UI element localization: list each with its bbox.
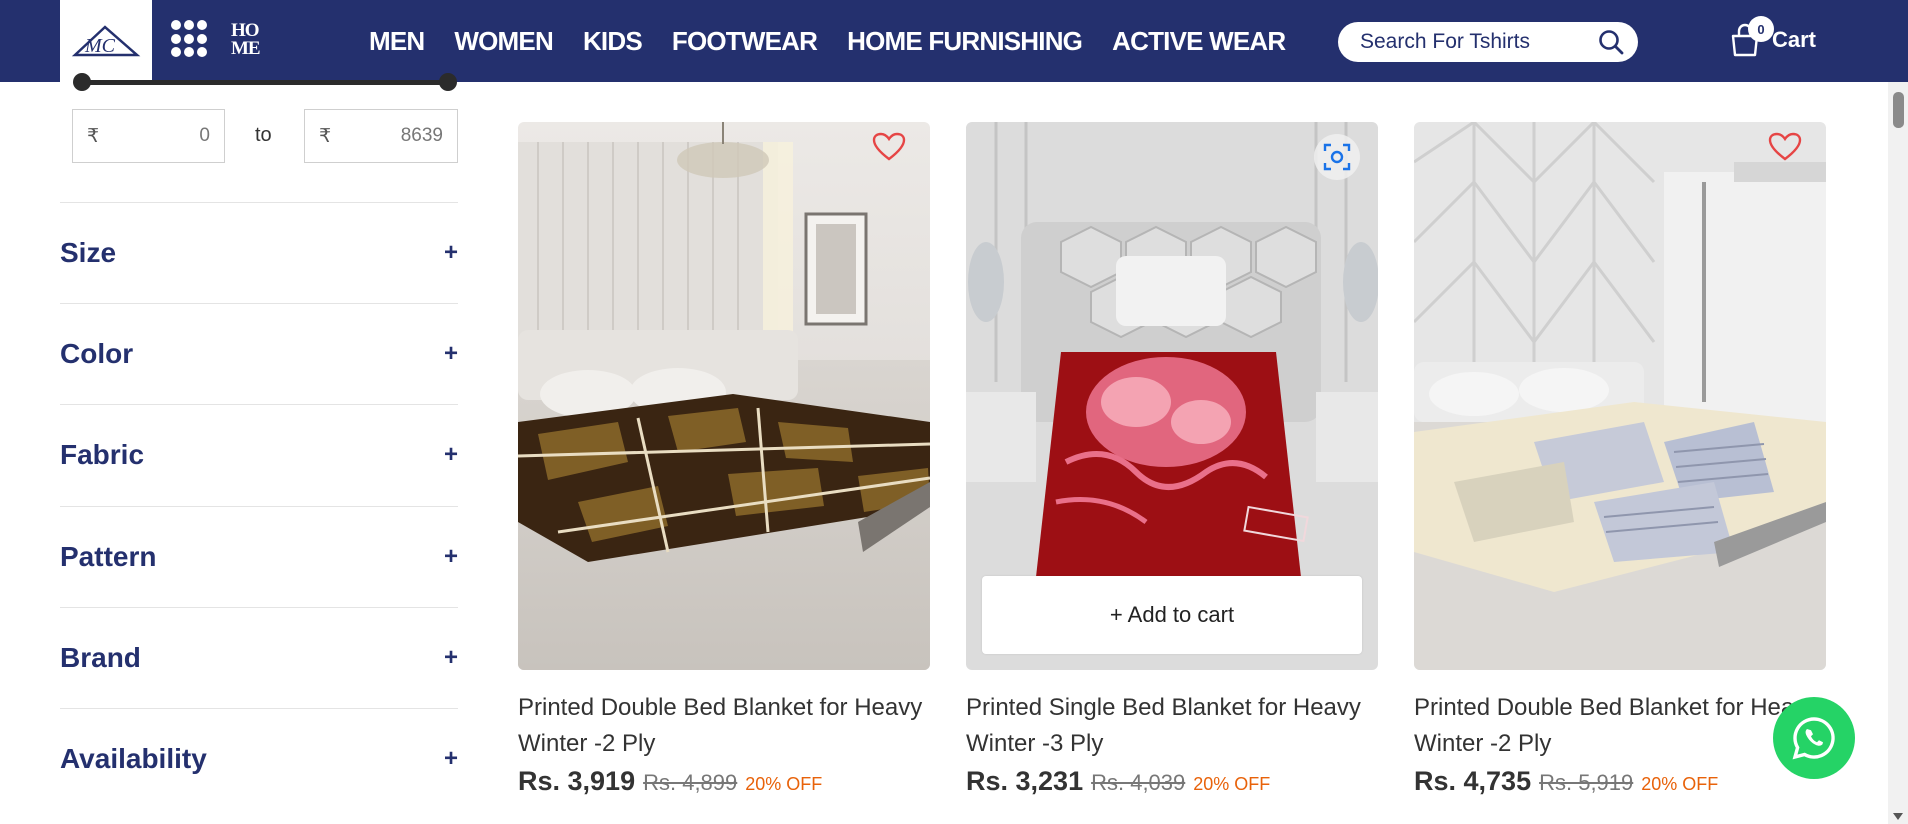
facet-brand[interactable]: Brand + <box>60 607 458 708</box>
price-range-track[interactable] <box>80 80 448 85</box>
discount-badge: 20% OFF <box>1193 774 1271 794</box>
facet-label: Brand <box>60 642 141 673</box>
facet-label: Availability <box>60 743 207 774</box>
cart-label: Cart <box>1772 27 1817 52</box>
currency-symbol: ₹ <box>319 125 332 147</box>
price-row: Rs. 3,919 Rs. 4,899 20% OFF <box>518 766 930 797</box>
expand-plus-icon[interactable]: + <box>444 745 458 773</box>
discount-badge: 20% OFF <box>1641 774 1719 794</box>
bedroom-photo <box>1414 122 1826 670</box>
price-range-min-handle[interactable] <box>73 73 91 91</box>
sale-price: Rs. 4,735 <box>1414 766 1532 796</box>
price-min-field[interactable]: ₹ 0 <box>72 109 225 163</box>
search-bar <box>1338 22 1638 62</box>
nav-footwear[interactable]: FOOTWEAR <box>672 26 818 57</box>
cart-button[interactable]: 0 Cart <box>1728 14 1816 66</box>
nav-men[interactable]: MEN <box>369 26 425 57</box>
nav-kids[interactable]: KIDS <box>583 26 643 57</box>
facet-size[interactable]: Size + <box>60 202 458 303</box>
sale-price: Rs. 3,919 <box>518 766 636 796</box>
cart-count-badge: 0 <box>1748 16 1774 42</box>
currency-symbol: ₹ <box>87 125 100 147</box>
nav-active-wear[interactable]: ACTIVE WEAR <box>1112 26 1286 57</box>
scroll-down-arrow-icon[interactable] <box>1893 813 1903 820</box>
facet-availability[interactable]: Availability + <box>60 708 458 809</box>
expand-plus-icon[interactable]: + <box>444 239 458 267</box>
expand-plus-icon[interactable]: + <box>444 340 458 368</box>
original-price: Rs. 4,039 <box>1091 770 1186 795</box>
price-range-max-handle[interactable] <box>439 73 457 91</box>
price-min-value: 0 <box>199 125 210 146</box>
price-max-value: 8639 <box>400 125 443 146</box>
nav-home-furnishing[interactable]: HOME FURNISHING <box>847 26 1083 57</box>
product-image[interactable]: + Add to cart <box>966 122 1378 670</box>
price-max-field[interactable]: ₹ 8639 <box>304 109 458 163</box>
expand-plus-icon[interactable]: + <box>444 644 458 672</box>
lens-icon[interactable] <box>1314 134 1360 180</box>
scrollbar-thumb[interactable] <box>1893 92 1904 128</box>
product-card[interactable]: Printed Double Bed Blanket for Heavy Win… <box>518 122 930 797</box>
expand-plus-icon[interactable]: + <box>444 543 458 571</box>
product-title[interactable]: Printed Double Bed Blanket for Heavy Win… <box>518 690 930 762</box>
cart-bag-icon: 0 <box>1728 16 1774 58</box>
product-image[interactable] <box>518 122 930 670</box>
search-icon[interactable] <box>1598 29 1624 55</box>
nav-women[interactable]: WOMEN <box>454 26 553 57</box>
product-title[interactable]: Printed Double Bed Blanket for Heavy Win… <box>1414 690 1826 762</box>
facet-label: Fabric <box>60 439 145 470</box>
expand-plus-icon[interactable]: + <box>444 441 458 469</box>
home-logo[interactable]: HO ME <box>231 21 261 59</box>
top-navigation-bar: MC HO ME MEN WOMEN KIDS FOOTWEAR HOME FU… <box>0 0 1908 82</box>
page-scrollbar[interactable] <box>1888 82 1908 824</box>
facet-color[interactable]: Color + <box>60 303 458 404</box>
facet-label: Color <box>60 338 134 369</box>
add-to-cart-button[interactable]: + Add to cart <box>982 576 1362 654</box>
price-row: Rs. 3,231 Rs. 4,039 20% OFF <box>966 766 1378 797</box>
bedroom-photo <box>518 122 930 670</box>
whatsapp-chat-button[interactable] <box>1773 697 1855 779</box>
svg-text:MC: MC <box>84 35 116 57</box>
brand-logo[interactable]: MC <box>60 0 152 82</box>
home-logo-line2: ME <box>231 38 261 59</box>
facet-pattern[interactable]: Pattern + <box>60 506 458 607</box>
facet-label: Pattern <box>60 541 157 572</box>
whatsapp-icon <box>1792 717 1835 760</box>
product-card[interactable]: Printed Double Bed Blanket for Heavy Win… <box>1414 122 1826 797</box>
main-nav: MEN WOMEN KIDS FOOTWEAR HOME FURNISHING … <box>369 0 1315 82</box>
price-row: Rs. 4,735 Rs. 5,919 20% OFF <box>1414 766 1826 797</box>
price-to-label: to <box>255 124 272 146</box>
facet-label: Size <box>60 237 117 268</box>
product-image[interactable] <box>1414 122 1826 670</box>
grid-menu-icon[interactable] <box>171 20 207 58</box>
facet-fabric[interactable]: Fabric + <box>60 404 458 505</box>
original-price: Rs. 5,919 <box>1539 770 1634 795</box>
brand-logo-icon: MC <box>71 25 141 57</box>
discount-badge: 20% OFF <box>745 774 823 794</box>
heart-icon[interactable] <box>1768 132 1802 162</box>
product-title[interactable]: Printed Single Bed Blanket for Heavy Win… <box>966 690 1378 762</box>
original-price: Rs. 4,899 <box>643 770 738 795</box>
product-card[interactable]: + Add to cart Printed Single Bed Blanket… <box>966 122 1378 797</box>
sale-price: Rs. 3,231 <box>966 766 1084 796</box>
heart-icon[interactable] <box>872 132 906 162</box>
search-input[interactable] <box>1360 30 1590 54</box>
